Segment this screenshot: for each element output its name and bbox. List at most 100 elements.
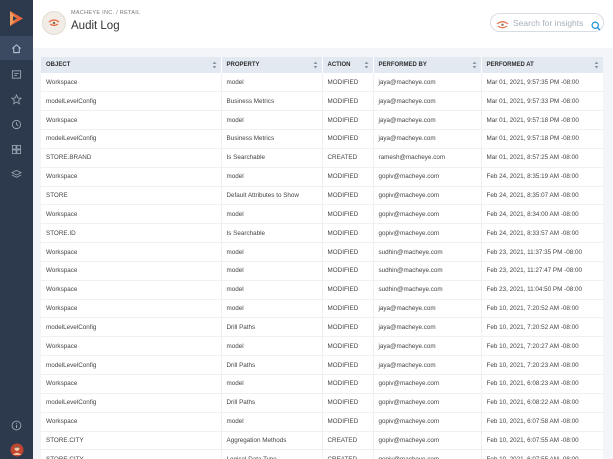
cell-object: Workspace [41,412,222,432]
table-row[interactable]: modelLevelConfig Business Metrics MODIFIED… [41,91,603,112]
cell-object: STORE.CITY [41,431,222,451]
cell-action: CREATED [322,148,374,168]
cell-property: Drill Paths [221,317,323,338]
table-row[interactable]: Workspace model MODIFIED sudhin@macheye.com… [41,280,603,300]
audit-log-table: OBJECT PROPERTY ACTION PERFORMED BY PERF… [41,57,603,459]
cell-performed-by: jaya@macheye.com [373,110,482,131]
search-box[interactable] [490,13,604,32]
breadcrumb[interactable]: MACHEYE INC. / RETAIL [71,10,140,16]
cell-object: Workspace [41,73,222,93]
cell-object: Workspace [41,336,222,357]
table-row[interactable]: modelLevelConfig Drill Paths MODIFIED gopiv… [41,393,603,413]
cell-performed-at: Feb 24, 2021, 8:35:19 AM -08:00 [481,167,603,187]
cell-property: model [221,204,323,225]
cell-action: MODIFIED [322,73,374,93]
cell-object: modelLevelConfig [41,317,222,338]
sort-icon[interactable] [212,61,217,69]
table-row[interactable]: Workspace model MODIFIED sudhin@macheye.com… [41,261,603,281]
cell-action: MODIFIED [322,393,374,413]
cell-action: MODIFIED [322,167,374,187]
cell-property: Is Searchable [221,223,323,244]
cell-property: Aggregation Methods [221,431,323,451]
history-icon[interactable] [0,112,33,136]
cell-performed-at: Feb 10, 2021, 7:20:27 AM -08:00 [481,336,603,357]
table-row[interactable]: STORE.BRAND Is Searchable CREATED ramesh@ma… [41,148,603,168]
cell-action: MODIFIED [322,355,374,375]
table-row[interactable]: Workspace model MODIFIED gopiv@macheye.com F… [41,204,603,225]
search-icon[interactable] [591,18,601,36]
cell-object: modelLevelConfig [41,129,222,149]
table-row[interactable]: Workspace model MODIFIED gopiv@macheye.com F… [41,412,603,432]
grid-icon[interactable] [0,137,33,161]
cell-object: STORE.ID [41,223,222,244]
cell-action: CREATED [322,431,374,451]
cell-action: MODIFIED [322,374,374,394]
table-body: Workspace model MODIFIED jaya@macheye.com Ma… [41,73,603,459]
cell-property: model [221,167,323,187]
column-header-action[interactable]: ACTION [322,57,374,73]
cell-property: model [221,73,323,93]
table-row[interactable]: STORE.ID Is Searchable MODIFIED gopiv@mache… [41,223,603,244]
sort-icon[interactable] [364,61,369,69]
cell-object: STORE.BRAND [41,148,222,168]
sidebar [0,0,33,459]
macheye-logo-icon[interactable] [8,10,25,27]
info-icon[interactable] [0,413,33,437]
home-icon[interactable] [0,36,33,60]
cell-performed-at: Feb 10, 2021, 6:07:55 AM -08:00 [481,431,603,451]
sort-icon[interactable] [472,61,477,69]
column-header-performed-at[interactable]: PERFORMED AT [481,57,603,73]
avatar[interactable] [0,438,33,459]
cell-performed-by: jaya@macheye.com [373,336,482,357]
table-row[interactable]: STORE.CITY Aggregation Methods CREATED gopi… [41,431,603,451]
sort-icon[interactable] [594,61,599,69]
cell-performed-by: sudhin@macheye.com [373,242,482,262]
cell-action: MODIFIED [322,204,374,225]
table-row[interactable]: modelLevelConfig Drill Paths MODIFIED jaya@… [41,317,603,338]
table-row[interactable]: Workspace model MODIFIED jaya@macheye.com Ma… [41,110,603,131]
table-row[interactable]: Workspace model MODIFIED jaya@macheye.com Fe… [41,299,603,319]
cell-performed-by: ramesh@macheye.com [373,148,482,168]
cell-performed-at: Feb 10, 2021, 6:07:55 AM -08:00 [481,449,603,459]
insights-logo-icon [496,17,509,35]
cell-performed-at: Feb 10, 2021, 6:07:58 AM -08:00 [481,412,603,432]
cell-performed-by: jaya@macheye.com [373,299,482,319]
cell-property: model [221,412,323,432]
table-row[interactable]: STORE Default Attributes to Show MODIFIED g… [41,186,603,206]
star-icon[interactable] [0,87,33,111]
cell-action: MODIFIED [322,299,374,319]
table-row[interactable]: Workspace model MODIFIED gopiv@macheye.com F… [41,374,603,394]
inbox-icon[interactable] [0,62,33,86]
table-row[interactable]: Workspace model MODIFIED jaya@macheye.com Ma… [41,73,603,93]
cell-object: STORE [41,186,222,206]
table-row[interactable]: Workspace model MODIFIED sudhin@macheye.com… [41,242,603,262]
table-row[interactable]: STORE.CITYLogical Data TypeCREATEDgopiv@… [41,449,603,459]
cell-property: Drill Paths [221,355,323,375]
cell-performed-by: gopiv@macheye.com [373,374,482,394]
cell-action: MODIFIED [322,129,374,149]
search-input[interactable] [513,16,591,29]
sort-icon[interactable] [313,61,318,69]
cell-action: MODIFIED [322,110,374,131]
column-header-performed-by[interactable]: PERFORMED BY [373,57,482,73]
cell-property: model [221,242,323,262]
cell-performed-by: sudhin@macheye.com [373,280,482,300]
layers-icon[interactable] [0,162,33,186]
table-row[interactable]: Workspace model MODIFIED jaya@macheye.com Fe… [41,336,603,357]
table-row[interactable]: modelLevelConfig Drill Paths MODIFIED jaya@… [41,355,603,375]
cell-performed-by: jaya@macheye.com [373,91,482,112]
table-row[interactable]: Workspace model MODIFIED gopiv@macheye.com F… [41,167,603,187]
column-header-object[interactable]: OBJECT [41,57,222,73]
cell-property: Default Attributes to Show [221,186,323,206]
cell-action: MODIFIED [322,412,374,432]
cell-action: MODIFIED [322,91,374,112]
cell-object: Workspace [41,204,222,225]
cell-performed-by: jaya@macheye.com [373,129,482,149]
cell-performed-by: gopiv@macheye.com [373,223,482,244]
column-header-property[interactable]: PROPERTY [221,57,323,73]
table-row[interactable]: modelLevelConfig Business Metrics MODIFIED… [41,129,603,149]
cell-property: Business Metrics [221,129,323,149]
cell-performed-at: Feb 10, 2021, 7:20:52 AM -08:00 [481,299,603,319]
cell-performed-by: gopiv@macheye.com [373,167,482,187]
cell-performed-by: gopiv@macheye.com [373,186,482,206]
